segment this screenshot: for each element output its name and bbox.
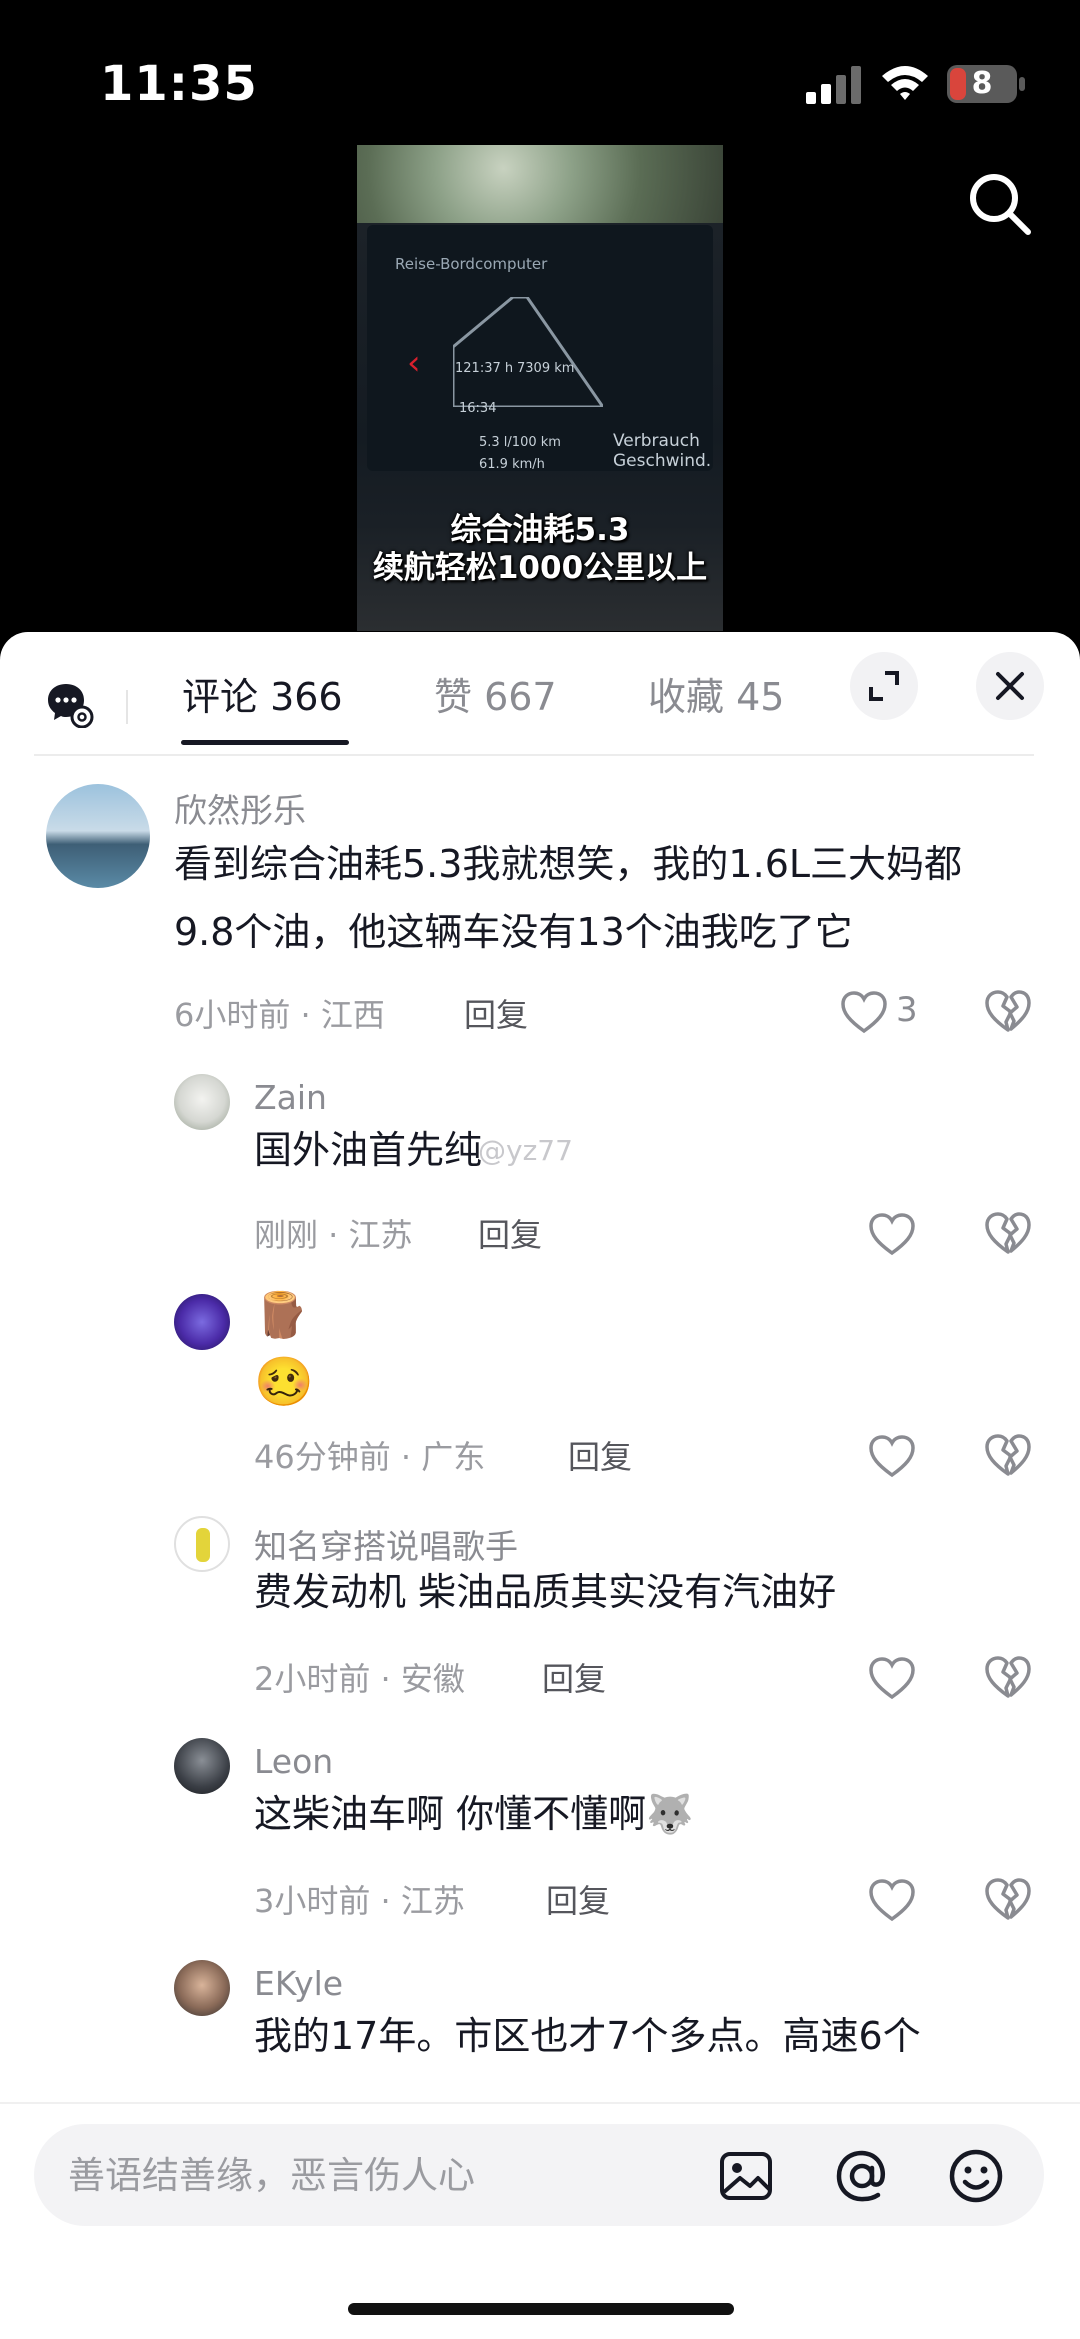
comment-author[interactable]: Leon [254,1742,333,1781]
close-icon [996,672,1024,700]
video-thumbnail[interactable]: Reise-Bordcomputer 121:37 h 7309 km 16:3… [357,145,723,631]
header-divider [34,754,1034,756]
tabs-bar: 评论 366 赞 667 收藏 45 [0,632,1080,746]
heart-icon[interactable] [868,1434,916,1478]
avatar[interactable] [174,1074,230,1130]
heart-icon[interactable] [840,990,888,1034]
avatar[interactable] [174,1294,230,1350]
chat-settings-icon[interactable] [46,682,94,728]
avatar[interactable] [174,1516,230,1572]
speed-value: 61.9 km/h [479,457,545,472]
emoji-icon[interactable] [948,2148,1004,2204]
reply-item: Leon 这柴油车啊 你懂不懂啊🐺 3小时前 · 江苏 回复 [0,1722,1080,1944]
tab-favorites[interactable]: 收藏 45 [648,666,784,721]
broken-heart-icon[interactable] [984,1654,1032,1700]
at-icon[interactable] [834,2148,890,2204]
comment-sheet: 评论 366 赞 667 收藏 45 欣然彤乐 看到综合油耗5.3我就想笑，我的… [0,632,1080,2339]
expand-icon [869,671,899,701]
comment-text-line: 9.8个油，他这辆车没有13个油我吃了它 [174,910,853,954]
broken-heart-icon[interactable] [984,1876,1032,1922]
watermark: @yz77 [478,1134,573,1167]
thumbnail-foliage [357,145,723,223]
broken-heart-icon[interactable] [984,1210,1032,1256]
close-button[interactable] [976,652,1044,720]
comment-item: 欣然彤乐 看到综合油耗5.3我就想笑，我的1.6L三大妈都 9.8个油，他这辆车… [0,758,1080,1058]
display-clock: 16:34 [459,401,497,416]
broken-heart-icon[interactable] [984,988,1032,1034]
reply-button[interactable]: 回复 [542,1654,606,1700]
tab-divider [126,690,128,724]
tab-likes[interactable]: 赞 667 [434,666,557,721]
road-graphic [453,297,603,407]
comment-author[interactable]: EKyle [254,1964,343,2003]
reply-item: 知名穿搭说唱歌手 费发动机 柴油品质其实没有汽油好 2小时前 · 安徽 回复 [0,1500,1080,1722]
wifi-icon [882,66,928,100]
status-bar: 11:35 8 [0,0,1080,235]
expand-button[interactable] [850,652,918,720]
cellular-signal-icon [806,66,861,104]
battery-level: 8 [971,66,993,101]
caption-line-2: 续航轻松1000公里以上 [372,550,708,586]
consumption-label: Verbrauch [613,431,700,451]
comment-input[interactable] [68,2146,688,2204]
comment-text-line: 看到综合油耗5.3我就想笑，我的1.6L三大妈都 [174,842,963,886]
avatar[interactable] [174,1738,230,1794]
video-caption: 综合油耗5.3 续航轻松1000公里以上 [357,511,723,587]
back-arrow-icon: ‹ [407,343,421,383]
heart-icon[interactable] [868,1878,916,1922]
reply-button[interactable]: 回复 [478,1210,542,1256]
tab-comments[interactable]: 评论 366 [182,666,343,721]
comment-text-line: 费发动机 柴油品质其实没有汽油好 [254,1570,837,1614]
home-indicator[interactable] [348,2303,734,2315]
consumption-value: 5.3 l/100 km [479,435,561,450]
comment-input-container[interactable] [34,2124,1044,2226]
comment-author[interactable]: Zain [254,1078,327,1117]
comment-meta: 2小时前 · 安徽 [254,1660,465,1698]
like-count: 3 [896,990,918,1030]
heart-icon[interactable] [868,1212,916,1256]
trip-time: 121:37 h [455,361,514,376]
comment-author[interactable]: 欣然彤乐 [174,784,306,832]
active-tab-indicator [181,740,349,745]
comment-text-line: 这柴油车啊 你懂不懂啊🐺 [254,1792,694,1836]
display-title: Reise-Bordcomputer [395,255,548,273]
comment-meta: 46分钟前 · 广东 [254,1438,486,1476]
comment-text-line: 我的17年。市区也才7个多点。高速6个 [254,2014,921,2058]
reply-button[interactable]: 回复 [568,1432,632,1478]
avatar[interactable] [46,784,150,888]
comment-text-line: 🪵 [254,1290,309,1341]
comment-text-line: 国外油首先纯 [254,1128,483,1172]
comment-list[interactable]: 欣然彤乐 看到综合油耗5.3我就想笑，我的1.6L三大妈都 9.8个油，他这辆车… [0,758,1080,2168]
reply-item: Zain 国外油首先纯 @yz77 刚刚 · 江苏 回复 [0,1058,1080,1278]
reply-button[interactable]: 回复 [464,990,528,1036]
reply-button[interactable]: 回复 [546,1876,610,1922]
car-display: Reise-Bordcomputer 121:37 h 7309 km 16:3… [367,225,713,471]
comment-meta: 3小时前 · 江苏 [254,1882,465,1920]
status-time: 11:35 [100,56,258,112]
comment-meta: 6小时前 · 江西 [174,996,385,1034]
heart-icon[interactable] [868,1656,916,1700]
comment-text-line: 🥴 [254,1354,314,1410]
comment-meta: 刚刚 · 江苏 [254,1216,413,1254]
caption-line-1: 综合油耗5.3 [450,512,630,548]
speed-label: Geschwind. [613,451,712,471]
broken-heart-icon[interactable] [984,1432,1032,1478]
trip-distance: 7309 km [517,361,575,376]
image-icon[interactable] [718,2148,774,2204]
reply-item: 🪵 🥴 46分钟前 · 广东 回复 [0,1278,1080,1500]
avatar[interactable] [174,1960,230,2016]
search-icon[interactable] [966,170,1032,236]
